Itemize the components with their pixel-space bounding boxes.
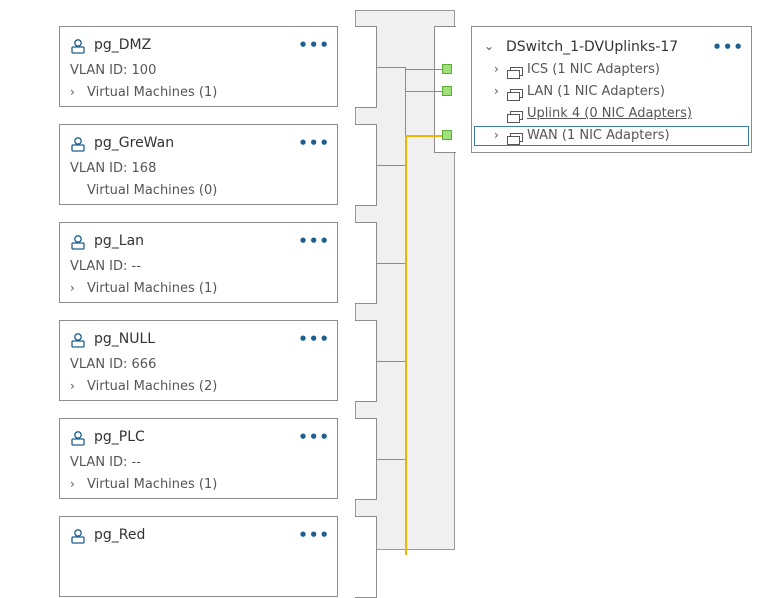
active-path-line [405, 135, 442, 137]
portgroup-card-null[interactable]: pg_NULL ••• VLAN ID: 666 › Virtual Machi… [59, 320, 338, 401]
connector-line [377, 459, 405, 460]
chevron-right-icon[interactable]: › [70, 379, 75, 393]
uplink-port-lan[interactable] [442, 86, 452, 96]
more-actions-icon[interactable]: ••• [712, 38, 744, 56]
more-actions-icon[interactable]: ••• [298, 134, 330, 152]
vlan-id: VLAN ID: 666 [70, 357, 157, 372]
portgroup-card-plc[interactable]: pg_PLC ••• VLAN ID: -- › Virtual Machine… [59, 418, 338, 499]
vlan-id: VLAN ID: -- [70, 259, 141, 274]
connector-line [405, 91, 442, 92]
chevron-right-icon[interactable]: › [494, 62, 499, 76]
portgroup-card-grewan[interactable]: pg_GreWan ••• VLAN ID: 168 Virtual Machi… [59, 124, 338, 205]
portgroup-name: pg_DMZ [94, 37, 152, 53]
connector-line [377, 263, 405, 264]
portgroup-icon [70, 234, 86, 250]
more-actions-icon[interactable]: ••• [298, 330, 330, 348]
uplink-label: ICS (1 NIC Adapters) [527, 62, 660, 77]
portgroup-card-dmz[interactable]: pg_DMZ ••• VLAN ID: 100 › Virtual Machin… [59, 26, 338, 107]
chevron-right-icon[interactable]: › [494, 84, 499, 98]
chevron-down-icon[interactable]: ⌄ [484, 39, 494, 53]
more-actions-icon[interactable]: ••• [298, 526, 330, 544]
portgroup-name: pg_Lan [94, 233, 145, 249]
connector-line [377, 67, 405, 68]
uplink-port-ics[interactable] [442, 64, 452, 74]
uplink-label: WAN (1 NIC Adapters) [527, 128, 670, 143]
chevron-right-icon[interactable]: › [70, 281, 75, 295]
portgroup-icon [70, 332, 86, 348]
switch-port-null [355, 320, 377, 402]
uplink-row-uplink4[interactable]: Uplink 4 (0 NIC Adapters) [474, 104, 749, 124]
uplink-label[interactable]: Uplink 4 (0 NIC Adapters) [527, 106, 692, 121]
switch-port-red [355, 516, 377, 598]
uplink-row-lan[interactable]: › LAN (1 NIC Adapters) [474, 82, 749, 102]
portgroup-name: pg_NULL [94, 331, 156, 347]
virtual-machines-toggle[interactable]: Virtual Machines (2) [87, 379, 217, 394]
portgroup-icon [70, 430, 86, 446]
connector-line [405, 67, 406, 135]
switch-port-lan [355, 222, 377, 304]
portgroup-card-red[interactable]: pg_Red ••• [59, 516, 338, 597]
portgroup-icon [70, 528, 86, 544]
chevron-right-icon[interactable]: › [70, 477, 75, 491]
uplink-label: LAN (1 NIC Adapters) [527, 84, 665, 99]
more-actions-icon[interactable]: ••• [298, 36, 330, 54]
switch-port-plc [355, 418, 377, 500]
connector-line [377, 361, 405, 362]
virtual-machines-label: Virtual Machines (0) [87, 183, 218, 198]
vlan-id: VLAN ID: -- [70, 455, 141, 470]
portgroup-name: pg_GreWan [94, 135, 175, 151]
nic-adapter-icon [507, 130, 523, 145]
more-actions-icon[interactable]: ••• [298, 232, 330, 250]
more-actions-icon[interactable]: ••• [298, 428, 330, 446]
switch-port-grewan [355, 124, 377, 206]
vlan-id: VLAN ID: 168 [70, 161, 157, 176]
uplinks-panel: ⌄ DSwitch_1-DVUplinks-17 ••• › ICS (1 NI… [471, 26, 752, 153]
virtual-machines-toggle[interactable]: Virtual Machines (1) [87, 281, 217, 296]
connector-line [377, 165, 405, 166]
virtual-machines-toggle[interactable]: Virtual Machines (1) [87, 477, 217, 492]
virtual-machines-toggle[interactable]: Virtual Machines (1) [87, 85, 217, 100]
portgroup-name: pg_Red [94, 527, 146, 543]
portgroup-card-lan[interactable]: pg_Lan ••• VLAN ID: -- › Virtual Machine… [59, 222, 338, 303]
switch-port-dmz [355, 26, 377, 108]
vlan-id: VLAN ID: 100 [70, 63, 157, 78]
chevron-right-icon[interactable]: › [70, 85, 75, 99]
nic-adapter-icon [507, 64, 523, 79]
portgroup-icon [70, 136, 86, 152]
portgroup-icon [70, 38, 86, 54]
uplink-row-ics[interactable]: › ICS (1 NIC Adapters) [474, 60, 749, 80]
uplinks-title: DSwitch_1-DVUplinks-17 [506, 39, 679, 55]
nic-adapter-icon [507, 86, 523, 101]
nic-adapter-icon [507, 108, 523, 123]
uplink-row-wan[interactable]: › WAN (1 NIC Adapters) [474, 126, 749, 146]
chevron-right-icon[interactable]: › [494, 128, 499, 142]
uplink-port-wan[interactable] [442, 130, 452, 140]
connector-line [405, 69, 442, 70]
portgroup-name: pg_PLC [94, 429, 145, 445]
active-path-line [405, 135, 407, 555]
